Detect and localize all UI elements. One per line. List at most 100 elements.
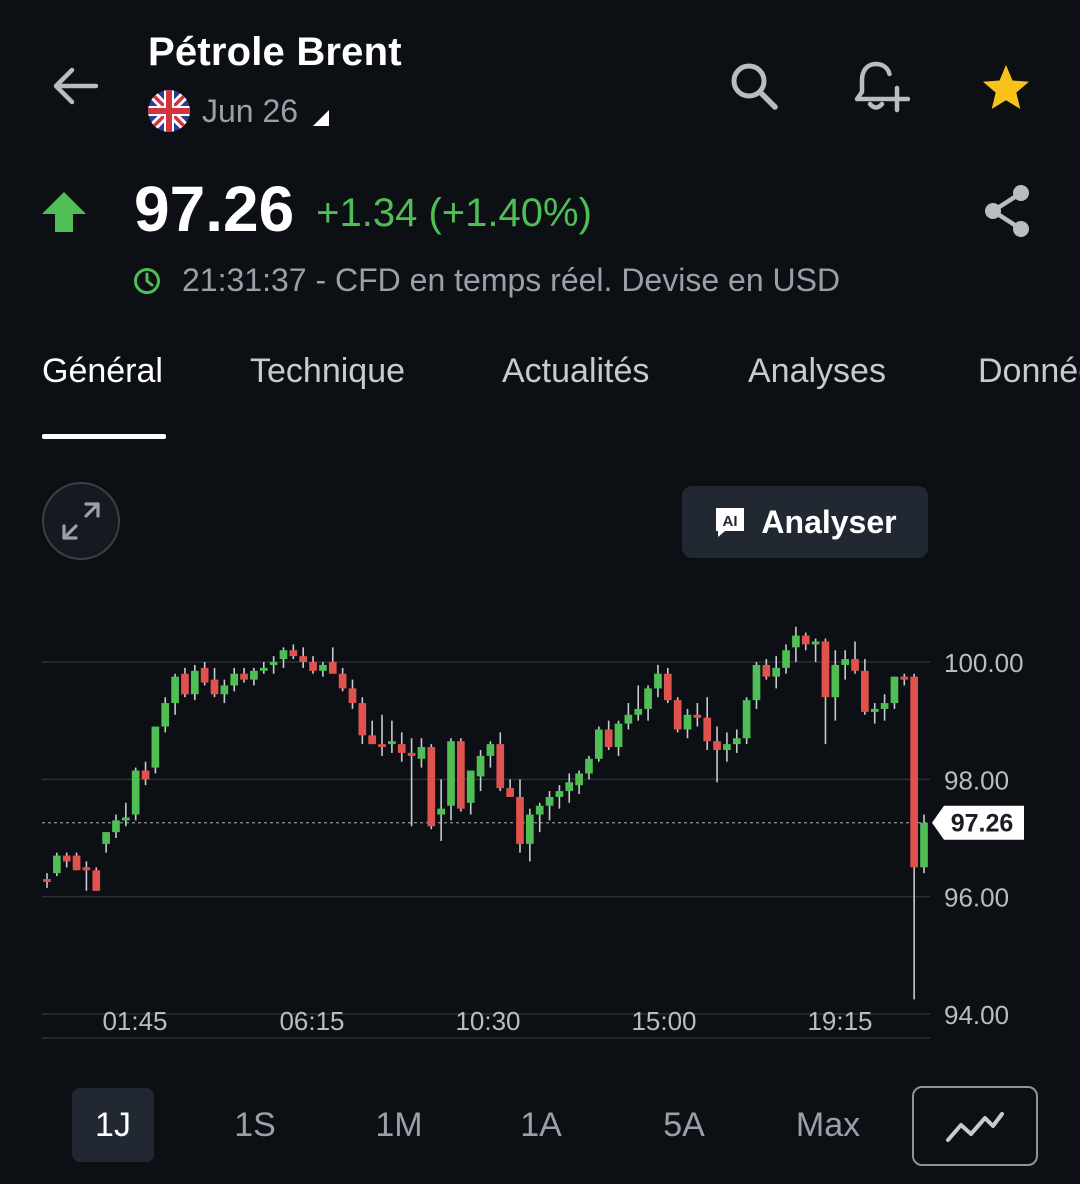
favorite-star-button[interactable] [974, 56, 1038, 120]
x-tick-label: 06:15 [279, 1006, 344, 1036]
candle-body [683, 714, 692, 730]
candle-body [466, 770, 475, 803]
candle-body [594, 729, 603, 759]
candle-body [397, 744, 406, 753]
candle-body [328, 662, 337, 674]
x-tick-label: 10:30 [455, 1006, 520, 1036]
clock-icon [134, 267, 160, 294]
tab-donnees[interactable]: Données [978, 352, 1080, 391]
arrow-left-icon [53, 67, 98, 105]
candle-body [604, 729, 613, 748]
back-button[interactable] [44, 58, 106, 114]
candle-body [289, 650, 298, 657]
candle-body [141, 770, 150, 780]
ai-badge: AI [723, 513, 738, 530]
candle-body [555, 791, 564, 797]
candle-body [319, 664, 327, 671]
range-5a[interactable]: 5A [642, 1088, 726, 1162]
candle-body [200, 667, 209, 683]
candle-body [427, 747, 436, 827]
candle-body [811, 641, 820, 645]
candle-body [900, 676, 909, 680]
tab-technique[interactable]: Technique [250, 352, 405, 391]
candle-body [299, 656, 308, 662]
contract-selector[interactable]: Jun 26 [148, 90, 330, 132]
candle-body [821, 641, 830, 698]
candle-body [92, 870, 101, 891]
candle-body [782, 650, 790, 668]
add-alert-button[interactable] [846, 54, 916, 118]
tab-analyses[interactable]: Analyses [748, 352, 886, 391]
range-1j[interactable]: 1J [72, 1088, 154, 1162]
caret-down-icon [313, 110, 330, 126]
candle-body [525, 814, 534, 844]
y-tick-label: 94.00 [944, 1000, 1009, 1030]
quote-separator: - [306, 262, 335, 298]
range-1a[interactable]: 1A [500, 1088, 582, 1162]
candle-body [545, 796, 554, 806]
y-tick-label: 100.00 [944, 648, 1024, 678]
expand-icon [62, 502, 100, 540]
instrument-title: Pétrole Brent [148, 30, 402, 74]
candle-body [447, 741, 455, 806]
candle-body [309, 662, 317, 671]
candle-body [496, 744, 505, 789]
uk-flag-icon [148, 90, 190, 132]
candle-body [62, 855, 71, 862]
candle-body [851, 659, 859, 671]
candle-body [910, 676, 918, 868]
candle-body [112, 820, 120, 833]
candle-body [486, 744, 495, 756]
candle-body [516, 796, 524, 844]
candle-body [663, 673, 672, 701]
candle-body [565, 782, 574, 792]
range-max[interactable]: Max [786, 1088, 870, 1162]
ai-analyser-button[interactable]: AI Analyser [682, 486, 928, 558]
search-button[interactable] [722, 56, 786, 116]
candle-body [358, 703, 367, 736]
chart-type-button[interactable] [912, 1086, 1038, 1166]
candle-body [614, 723, 623, 748]
candle-body [131, 770, 140, 815]
candle-body [230, 673, 239, 686]
candle-body [407, 752, 416, 756]
share-button[interactable] [976, 180, 1038, 242]
tab-general[interactable]: Général [42, 352, 163, 391]
candle-body [259, 667, 268, 671]
tab-actualites[interactable]: Actualités [502, 352, 649, 391]
candle-body [506, 788, 514, 797]
candle-body [644, 688, 652, 709]
candle-body [171, 676, 179, 704]
x-tick-label: 15:00 [631, 1006, 696, 1036]
candle-body [269, 662, 278, 665]
arrow-up-icon [42, 192, 86, 232]
candle-body [703, 717, 712, 742]
x-tick-label: 01:45 [102, 1006, 167, 1036]
range-1s[interactable]: 1S [214, 1088, 296, 1162]
candle-body [210, 679, 219, 695]
price-chart[interactable]: 100.00 98.00 96.00 94.00 01:45 06:15 10:30 15:0… [0, 600, 1080, 1050]
candle-body [161, 703, 170, 727]
candle-body [53, 855, 61, 874]
fullscreen-button[interactable] [42, 482, 120, 560]
candle-body [585, 758, 593, 774]
range-selector: 1J 1S 1M 1A 5A Max [0, 1086, 1080, 1168]
candle-body [723, 744, 731, 750]
candle-body [762, 664, 771, 677]
range-1m[interactable]: 1M [356, 1088, 442, 1162]
candle-body [181, 673, 189, 695]
candle-body [792, 635, 800, 648]
candle-body [476, 755, 485, 777]
share-icon [985, 185, 1029, 237]
candle-body [801, 635, 810, 645]
quote-time: 21:31:37 [182, 262, 307, 298]
y-tick-label: 98.00 [944, 765, 1009, 795]
price-change: +1.34 (+1.40%) [316, 190, 592, 235]
candle-body [43, 879, 51, 882]
candle-body [417, 747, 426, 759]
candle-body [772, 667, 781, 677]
candle-body [890, 676, 899, 704]
candle-body [713, 741, 721, 750]
candle-body [72, 855, 81, 871]
candle-body [535, 805, 544, 815]
